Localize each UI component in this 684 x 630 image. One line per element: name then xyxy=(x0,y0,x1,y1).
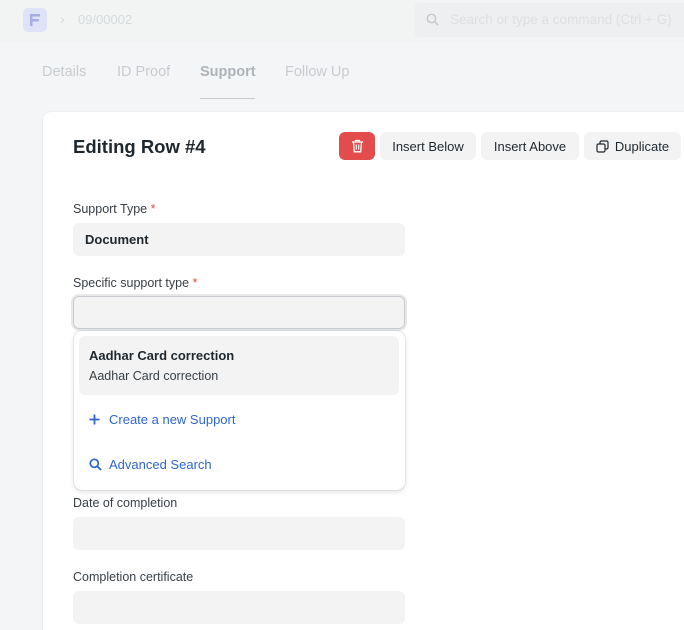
tab-details[interactable]: Details xyxy=(42,64,86,80)
breadcrumb[interactable]: 09/00002 xyxy=(78,12,132,27)
advanced-search-label: Advanced Search xyxy=(109,457,212,472)
dropdown-option[interactable]: Aadhar Card correction Aadhar Card corre… xyxy=(79,336,399,395)
insert-above-button[interactable]: Insert Above xyxy=(481,132,579,160)
insert-below-button[interactable]: Insert Below xyxy=(380,132,476,160)
tab-follow-up[interactable]: Follow Up xyxy=(285,64,349,80)
app-logo-icon[interactable] xyxy=(23,8,47,32)
trash-icon xyxy=(351,139,364,153)
support-type-label: Support Type * xyxy=(73,202,156,216)
option-title: Aadhar Card correction xyxy=(89,348,235,363)
search-icon xyxy=(426,13,439,31)
editor-title: Editing Row #4 xyxy=(73,136,206,157)
date-of-completion-field[interactable] xyxy=(73,517,405,550)
date-of-completion-label: Date of completion xyxy=(73,496,178,510)
search-icon xyxy=(89,458,103,471)
plus-icon xyxy=(89,414,103,425)
breadcrumb-separator-icon: › xyxy=(60,11,65,27)
delete-row-button[interactable] xyxy=(339,132,375,160)
specific-support-type-field[interactable] xyxy=(73,296,405,329)
advanced-search-link[interactable]: Advanced Search xyxy=(89,457,212,472)
option-subtitle: Aadhar Card correction xyxy=(89,369,219,383)
support-type-field[interactable]: Document xyxy=(73,223,405,256)
completion-certificate-field[interactable] xyxy=(73,591,405,624)
specific-support-type-label: Specific support type * xyxy=(73,276,198,290)
search-bar[interactable]: Search or type a command (Ctrl + G) xyxy=(414,3,684,37)
create-new-support-link[interactable]: Create a new Support xyxy=(89,412,235,427)
completion-certificate-label: Completion certificate xyxy=(73,570,194,584)
duplicate-label: Duplicate xyxy=(614,138,670,154)
search-input[interactable]: Search or type a command (Ctrl + G) xyxy=(450,12,672,27)
create-new-support-label: Create a new Support xyxy=(109,412,236,427)
duplicate-button[interactable]: Duplicate xyxy=(584,132,681,160)
tab-id-proof[interactable]: ID Proof xyxy=(117,64,170,80)
autocomplete-dropdown: Aadhar Card correction Aadhar Card corre… xyxy=(74,331,405,490)
navbar-content: › 09/00002 Search or type a command (Ctr… xyxy=(0,0,684,42)
left-gutter xyxy=(0,42,20,630)
duplicate-icon xyxy=(596,139,609,153)
required-indicator: * xyxy=(192,276,198,290)
active-tab-indicator xyxy=(200,98,255,99)
required-indicator: * xyxy=(150,202,156,216)
tab-support[interactable]: Support xyxy=(200,64,256,80)
